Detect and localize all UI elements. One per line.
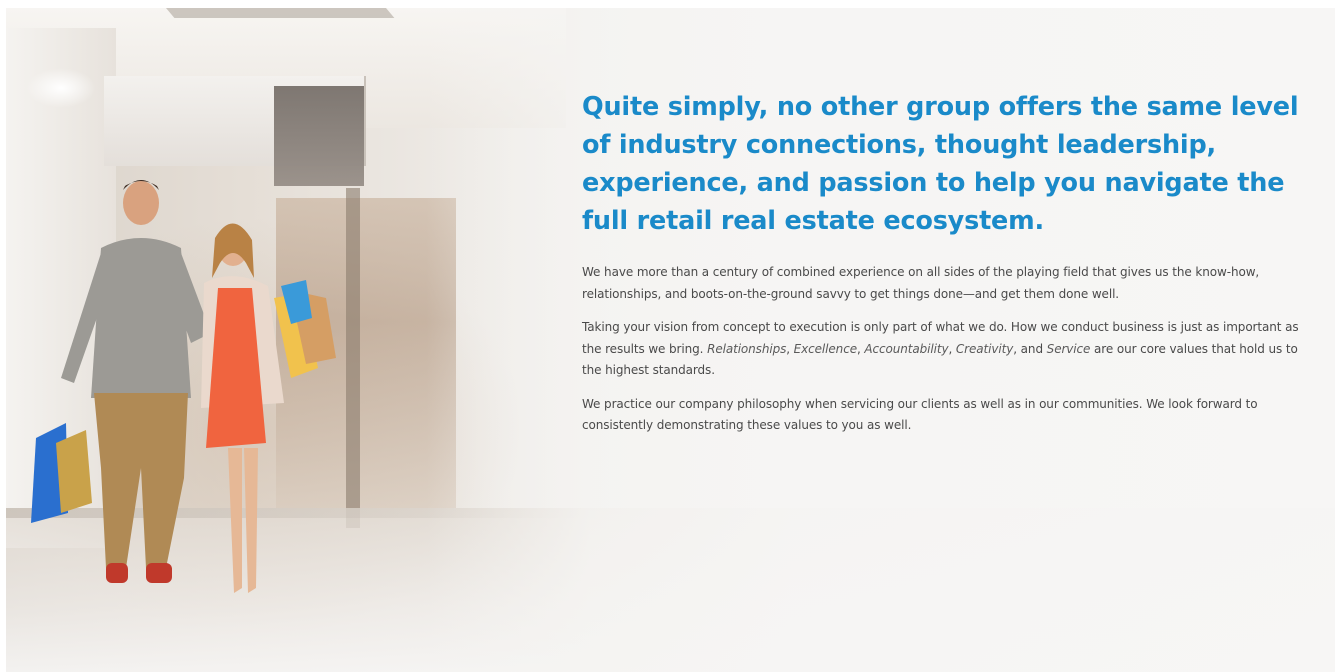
value-relationships: Relationships [707, 341, 787, 356]
value-separator: , and [1013, 341, 1047, 356]
value-separator: , [786, 341, 794, 356]
paragraph-experience: We have more than a century of combined … [582, 265, 1260, 301]
value-creativity: Creativity [955, 341, 1014, 356]
woman-figure [201, 223, 336, 593]
headline: Quite simply, no other group offers the … [582, 92, 1299, 236]
value-excellence: Excellence [793, 341, 857, 356]
value-service: Service [1046, 341, 1091, 356]
value-separator: , [948, 341, 956, 356]
ceiling-beam [166, 8, 395, 18]
paragraph-core-values: Taking your vision from concept to execu… [582, 317, 1312, 382]
paragraph-philosophy: We practice our company philosophy when … [582, 396, 1258, 433]
couple-shopping-illustration [31, 180, 336, 593]
about-text-block: Quite simply, no other group offers the … [582, 88, 1312, 449]
value-accountability: Accountability [864, 341, 949, 356]
man-figure [31, 180, 211, 583]
ceiling-light [26, 68, 96, 108]
